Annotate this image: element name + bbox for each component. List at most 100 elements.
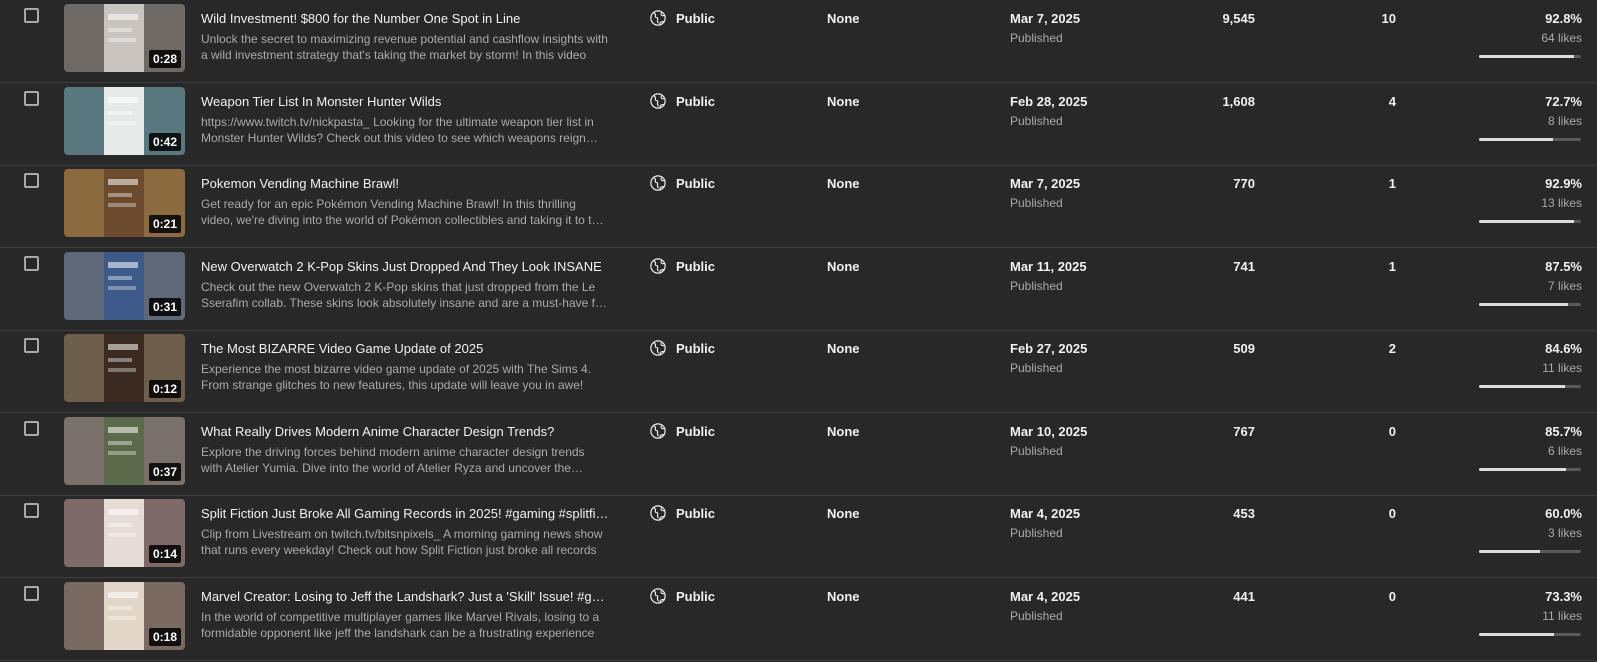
video-thumbnail[interactable]: 0:31 xyxy=(64,251,185,320)
table-row[interactable]: 0:12 The Most BIZARRE Video Game Update … xyxy=(0,330,1597,413)
publish-date: Feb 28, 2025 xyxy=(1010,93,1088,109)
restrictions-label: None xyxy=(827,341,860,356)
visibility-label[interactable]: Public xyxy=(676,424,715,439)
likes-count: 3 likes xyxy=(1547,526,1582,540)
video-title[interactable]: Split Fiction Just Broke All Gaming Reco… xyxy=(201,506,609,521)
like-ratio: 85.7% xyxy=(1545,423,1582,439)
views-count: 1,608 xyxy=(1222,93,1255,109)
video-description: Get ready for an epic Pokémon Vending Ma… xyxy=(201,197,605,227)
publish-status: Published xyxy=(1010,31,1063,45)
row-checkbox[interactable] xyxy=(24,503,39,518)
globe-icon[interactable] xyxy=(649,174,667,192)
restrictions-label: None xyxy=(827,258,860,274)
restrictions-label: None xyxy=(827,176,860,191)
video-thumbnail[interactable]: 0:28 xyxy=(64,4,185,72)
row-checkbox[interactable] xyxy=(24,173,39,188)
globe-icon[interactable] xyxy=(649,587,667,605)
video-duration: 0:12 xyxy=(148,380,181,398)
globe-icon[interactable] xyxy=(649,9,667,27)
thumbnail-image xyxy=(104,581,144,650)
video-title[interactable]: New Overwatch 2 K-Pop Skins Just Dropped… xyxy=(201,259,609,274)
publish-date: Mar 7, 2025 xyxy=(1010,176,1081,191)
comments-count: 0 xyxy=(1388,423,1396,439)
table-row[interactable]: 0:18 Marvel Creator: Losing to Jeff the … xyxy=(0,578,1597,661)
video-title[interactable]: Weapon Tier List In Monster Hunter Wilds xyxy=(201,94,609,109)
comments-count: 4 xyxy=(1388,93,1396,109)
visibility-label[interactable]: Public xyxy=(676,11,715,26)
table-row[interactable]: 0:37 What Really Drives Modern Anime Cha… xyxy=(0,413,1597,496)
globe-icon[interactable] xyxy=(649,422,667,440)
likes-count: 11 likes xyxy=(1542,361,1582,375)
video-title[interactable]: What Really Drives Modern Anime Characte… xyxy=(201,424,609,439)
like-ratio-bar-fill xyxy=(1479,632,1554,636)
comments-count: 1 xyxy=(1388,176,1396,191)
row-checkbox[interactable] xyxy=(24,255,39,271)
likes-count: 6 likes xyxy=(1547,443,1582,458)
globe-icon[interactable] xyxy=(649,504,667,522)
comments-count: 10 xyxy=(1381,11,1396,26)
visibility-label[interactable]: Public xyxy=(676,506,715,521)
views-count: 741 xyxy=(1233,258,1255,274)
video-duration: 0:21 xyxy=(148,215,181,233)
table-row[interactable]: 0:28 Wild Investment! $800 for the Numbe… xyxy=(0,0,1597,83)
table-row[interactable]: 0:21 Pokemon Vending Machine Brawl! Get … xyxy=(0,165,1597,248)
restrictions-label: None xyxy=(827,11,860,26)
video-duration: 0:37 xyxy=(148,462,181,481)
visibility-label[interactable]: Public xyxy=(676,341,715,356)
video-duration: 0:42 xyxy=(148,132,181,151)
thumbnail-image xyxy=(104,169,144,237)
globe-icon[interactable] xyxy=(649,339,667,357)
likes-count: 13 likes xyxy=(1541,196,1582,210)
row-checkbox[interactable] xyxy=(24,420,39,436)
row-checkbox[interactable] xyxy=(24,585,39,601)
row-checkbox[interactable] xyxy=(24,90,39,106)
thumbnail-image xyxy=(104,416,144,485)
video-list-table: 0:28 Wild Investment! $800 for the Numbe… xyxy=(0,0,1597,662)
visibility-label[interactable]: Public xyxy=(676,176,715,191)
like-ratio-bar-fill xyxy=(1479,550,1541,553)
like-ratio: 92.9% xyxy=(1545,176,1582,191)
comments-count: 2 xyxy=(1388,341,1396,356)
video-duration: 0:18 xyxy=(148,627,181,646)
video-description: Unlock the secret to maximizing revenue … xyxy=(201,32,608,62)
visibility-label[interactable]: Public xyxy=(676,94,715,109)
video-title[interactable]: The Most BIZARRE Video Game Update of 20… xyxy=(201,341,609,356)
table-row[interactable]: 0:31 New Overwatch 2 K-Pop Skins Just Dr… xyxy=(0,248,1597,331)
video-thumbnail[interactable]: 0:14 xyxy=(64,499,185,567)
visibility-label[interactable]: Public xyxy=(676,259,715,274)
table-row[interactable]: 0:42 Weapon Tier List In Monster Hunter … xyxy=(0,83,1597,166)
row-checkbox[interactable] xyxy=(24,338,39,353)
video-title[interactable]: Wild Investment! $800 for the Number One… xyxy=(201,11,609,26)
views-count: 767 xyxy=(1233,423,1255,439)
like-ratio-bar-fill xyxy=(1479,137,1554,141)
like-ratio-bar xyxy=(1479,467,1581,471)
like-ratio-bar xyxy=(1479,137,1581,141)
visibility-label[interactable]: Public xyxy=(676,589,715,604)
publish-status: Published xyxy=(1010,278,1063,293)
publish-date: Mar 4, 2025 xyxy=(1010,506,1081,521)
globe-icon[interactable] xyxy=(649,257,667,275)
views-count: 770 xyxy=(1233,176,1255,191)
restrictions-label: None xyxy=(827,506,860,521)
table-row[interactable]: 0:14 Split Fiction Just Broke All Gaming… xyxy=(0,495,1597,578)
video-thumbnail[interactable]: 0:21 xyxy=(64,169,185,237)
video-title[interactable]: Marvel Creator: Losing to Jeff the Lands… xyxy=(201,589,609,604)
likes-count: 64 likes xyxy=(1541,31,1582,45)
video-thumbnail[interactable]: 0:18 xyxy=(64,581,185,650)
like-ratio: 73.3% xyxy=(1545,588,1582,604)
publish-status: Published xyxy=(1010,526,1063,540)
video-thumbnail[interactable]: 0:12 xyxy=(64,334,185,402)
globe-icon[interactable] xyxy=(649,92,667,110)
like-ratio-bar-fill xyxy=(1479,467,1567,471)
thumbnail-image xyxy=(104,251,144,320)
publish-status: Published xyxy=(1010,361,1063,375)
thumbnail-image xyxy=(104,4,144,72)
video-title[interactable]: Pokemon Vending Machine Brawl! xyxy=(201,176,609,191)
publish-date: Mar 10, 2025 xyxy=(1010,423,1088,439)
video-thumbnail[interactable]: 0:42 xyxy=(64,86,185,155)
row-checkbox[interactable] xyxy=(24,8,39,23)
publish-status: Published xyxy=(1010,443,1063,458)
like-ratio-bar-fill xyxy=(1479,302,1569,306)
video-thumbnail[interactable]: 0:37 xyxy=(64,416,185,485)
video-description: https://www.twitch.tv/nickpasta_ Looking… xyxy=(201,114,594,145)
